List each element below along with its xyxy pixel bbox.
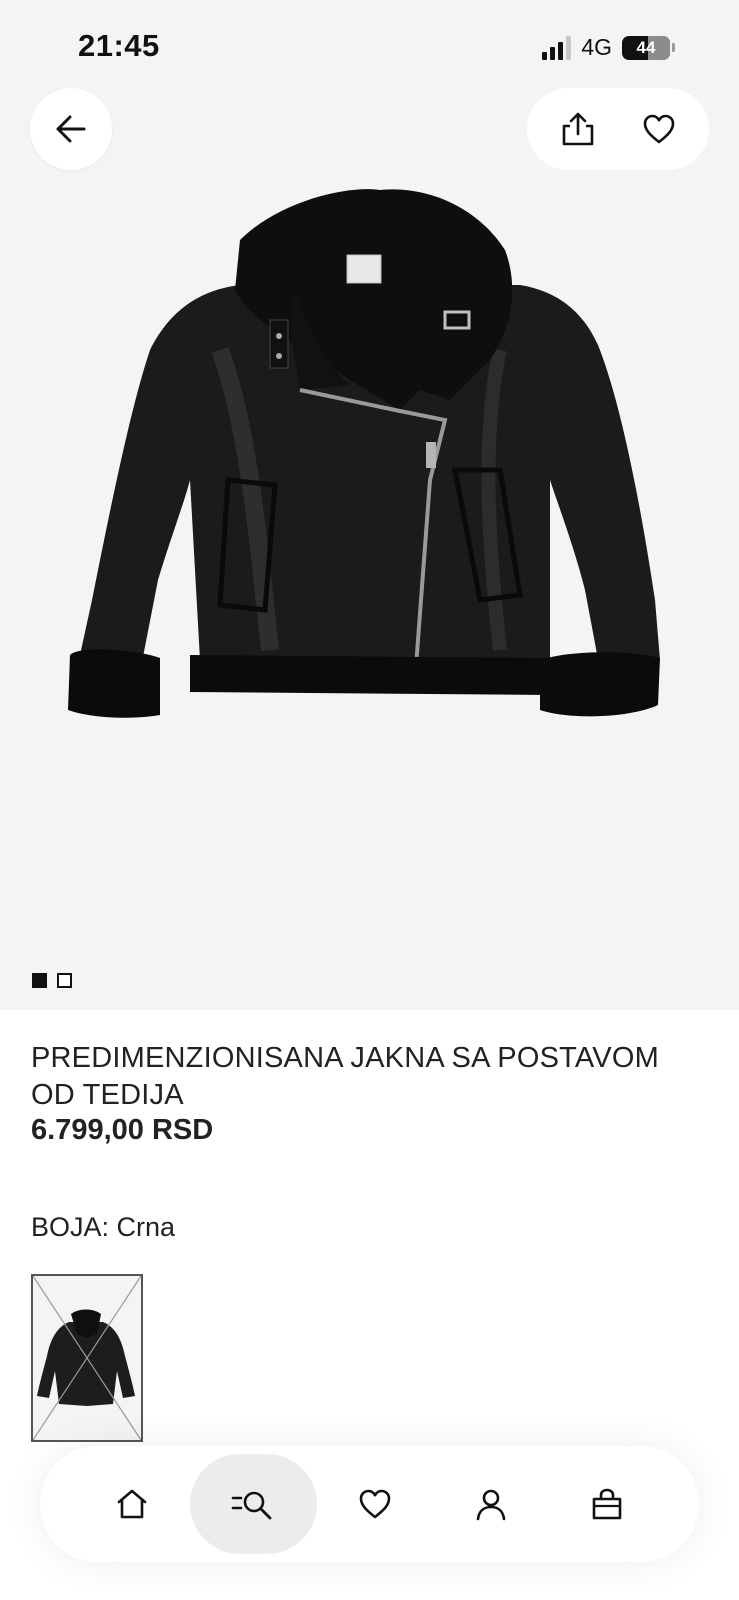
nav-account[interactable] [433,1454,549,1554]
bottom-navigation [40,1446,699,1562]
nav-search[interactable] [190,1454,317,1554]
battery-cap [672,43,675,52]
battery-level: 44 [636,37,656,57]
pager-dot-1[interactable] [32,973,47,988]
swatch-thumbnail [33,1276,141,1440]
product-gallery[interactable]: 21:45 4G 44 [0,0,739,1010]
product-price: 6.799,00 RSD [31,1114,214,1146]
color-swatch-black[interactable] [31,1274,143,1442]
arrow-left-icon [56,115,86,143]
product-image[interactable] [50,180,690,740]
user-icon [476,1489,506,1521]
favorite-button[interactable] [637,107,681,151]
battery-icon: 44 [622,35,670,60]
bag-icon [592,1488,622,1520]
heart-icon [643,114,674,144]
back-button[interactable] [30,88,112,170]
gallery-pager[interactable] [32,973,72,988]
nav-bag[interactable] [549,1454,665,1554]
network-type: 4G [581,34,612,60]
nav-favorites[interactable] [317,1454,433,1554]
share-button[interactable] [556,107,600,151]
signal-icon [542,35,572,60]
search-icon [232,1491,272,1520]
pager-dot-2[interactable] [57,973,72,988]
heart-icon [359,1489,391,1519]
status-indicators: 4G 44 [542,34,675,61]
top-actions [527,88,709,170]
share-icon [562,112,593,146]
status-time: 21:45 [78,28,160,63]
home-icon [117,1489,147,1519]
product-title: PREDIMENZIONISANA JAKNA SA POSTAVOM OD T… [31,1042,659,1111]
color-label: BOJA: Crna [31,1212,176,1242]
nav-home[interactable] [74,1454,190,1554]
